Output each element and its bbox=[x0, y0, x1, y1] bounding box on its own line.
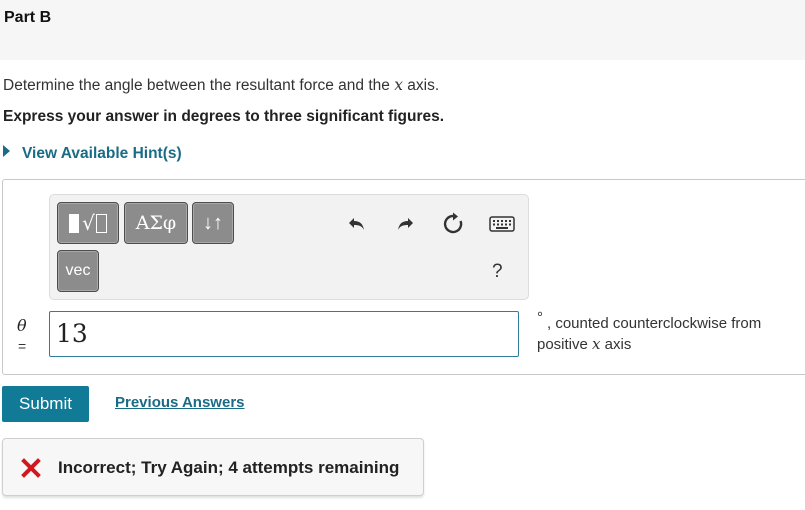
question-text: Determine the angle between the resultan… bbox=[3, 76, 439, 95]
reset-icon bbox=[443, 212, 463, 234]
caret-right-icon bbox=[3, 145, 10, 157]
reset-button[interactable] bbox=[440, 211, 466, 237]
feedback-message: Incorrect; Try Again; 4 attempts remaini… bbox=[58, 458, 400, 477]
keyboard-icon bbox=[489, 216, 515, 232]
undo-icon bbox=[349, 218, 364, 230]
help-icon[interactable]: ? bbox=[492, 261, 503, 283]
equals-sign: = bbox=[18, 338, 27, 354]
units-text-before: , counted counterclockwise from positive bbox=[537, 315, 762, 353]
redo-icon bbox=[398, 218, 413, 230]
view-hints-toggle[interactable]: View Available Hint(s) bbox=[3, 144, 182, 164]
submit-button[interactable]: Submit bbox=[2, 386, 89, 422]
view-hints-label: View Available Hint(s) bbox=[22, 145, 182, 162]
arrows-button[interactable]: ↓↑ bbox=[192, 202, 234, 244]
greek-symbols-button[interactable]: ΑΣφ bbox=[124, 202, 188, 244]
question-text-before: Determine the angle between the resultan… bbox=[3, 77, 395, 94]
answer-units: °, counted counterclockwise from positiv… bbox=[537, 309, 805, 355]
degree-symbol: ° bbox=[537, 309, 543, 326]
keyboard-button[interactable] bbox=[487, 211, 517, 237]
answer-input[interactable]: 13 bbox=[49, 311, 519, 357]
question-variable: x bbox=[394, 76, 403, 94]
units-variable: x bbox=[592, 335, 601, 353]
incorrect-x-icon bbox=[21, 458, 41, 478]
redo-button[interactable] bbox=[392, 211, 418, 237]
undo-button[interactable] bbox=[344, 211, 370, 237]
answer-variable: θ bbox=[17, 316, 27, 335]
question-text-after: axis. bbox=[402, 77, 440, 94]
units-text-after: axis bbox=[600, 336, 632, 353]
answer-instruction: Express your answer in degrees to three … bbox=[3, 108, 445, 125]
templates-button[interactable]: √ bbox=[57, 202, 119, 244]
answer-box: √ ΑΣφ ↓↑ vec ? θ = 13 ° , counted counte… bbox=[2, 179, 805, 375]
previous-answers-link[interactable]: Previous Answers bbox=[115, 394, 245, 411]
vector-button[interactable]: vec bbox=[57, 250, 99, 292]
feedback-box: Incorrect; Try Again; 4 attempts remaini… bbox=[2, 438, 424, 496]
part-title: Part B bbox=[4, 9, 52, 26]
part-header: Part B bbox=[0, 0, 805, 60]
math-toolbar: √ ΑΣφ ↓↑ vec ? bbox=[49, 194, 529, 300]
templates-icon: √ bbox=[69, 211, 107, 235]
